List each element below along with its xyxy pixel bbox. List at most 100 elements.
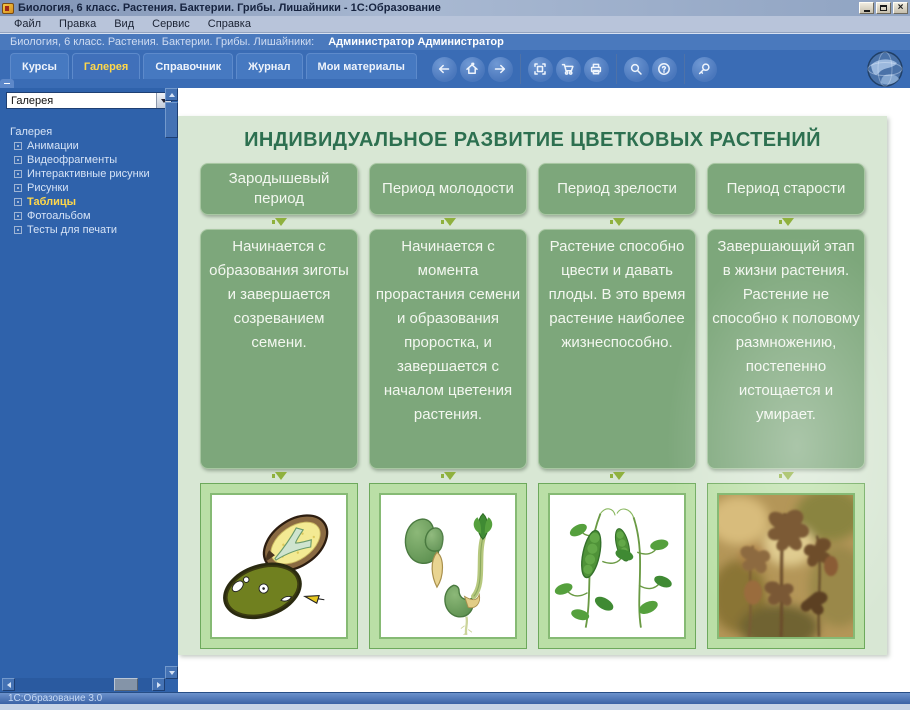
scroll-up-button[interactable] <box>165 88 178 101</box>
menu-service[interactable]: Сервис <box>144 17 198 31</box>
column-description: Начинается с момента прорастания семени … <box>369 229 527 469</box>
sidebar-vertical-scrollbar[interactable] <box>165 88 178 679</box>
minimize-button[interactable] <box>859 2 874 14</box>
down-arrow-icon <box>538 215 696 229</box>
column-old-age-period: Период старости Завершающий этап в жизни… <box>707 163 865 649</box>
tab-gallery[interactable]: Галерея <box>72 53 140 79</box>
down-arrow-icon <box>369 469 527 483</box>
tab-journal[interactable]: Журнал <box>236 53 302 79</box>
tree-node-icon <box>14 142 22 150</box>
table-slide: ИНДИВИДУАЛЬНОЕ РАЗВИТИЕ ЦВЕТКОВЫХ РАСТЕН… <box>178 116 887 655</box>
tree-node-icon <box>14 226 22 234</box>
restore-icon <box>880 5 887 11</box>
down-arrow-icon <box>538 469 696 483</box>
vertical-scroll-thumb[interactable] <box>165 102 178 138</box>
cart-button[interactable] <box>556 57 581 82</box>
back-icon <box>437 62 451 76</box>
title-bar: Биология, 6 класс. Растения. Бактерии. Г… <box>0 0 910 16</box>
back-button[interactable] <box>432 57 457 82</box>
close-button[interactable]: × <box>893 2 908 14</box>
tab-courses[interactable]: Курсы <box>10 53 69 79</box>
toolbar <box>425 54 724 84</box>
image-frame <box>538 483 696 649</box>
tree-root-gallery[interactable]: Галерея <box>10 125 178 139</box>
course-name-label: Биология, 6 класс. Растения. Бактерии. Г… <box>10 36 314 48</box>
image-frame <box>200 483 358 649</box>
tree-item-tables[interactable]: Таблицы <box>10 195 178 209</box>
tree-node-icon <box>14 212 22 220</box>
column-header: Период молодости <box>369 163 527 215</box>
help-button[interactable] <box>652 57 677 82</box>
menu-edit[interactable]: Правка <box>51 17 104 31</box>
tree-node-icon <box>14 170 22 178</box>
home-button[interactable] <box>460 57 485 82</box>
horizontal-scroll-track[interactable] <box>15 678 152 691</box>
search-icon <box>629 62 643 76</box>
app-window: Биология, 6 класс. Растения. Бактерии. Г… <box>0 0 910 710</box>
column-header: Зародышевый период <box>200 163 358 215</box>
object-button-group <box>521 57 616 82</box>
minimize-icon <box>864 10 870 12</box>
down-arrow-icon <box>369 215 527 229</box>
withered-plant-photo <box>717 493 855 639</box>
arrow-down-icon <box>169 671 175 675</box>
tab-toolbar-row: Курсы Галерея Справочник Журнал Мои мате… <box>0 50 910 88</box>
down-arrow-icon <box>707 215 865 229</box>
horizontal-scroll-thumb[interactable] <box>114 678 138 691</box>
tree-item-interactive-pictures[interactable]: Интерактивные рисунки <box>10 167 178 181</box>
forward-button[interactable] <box>488 57 513 82</box>
scroll-left-button[interactable] <box>2 678 15 691</box>
down-arrow-icon <box>707 469 865 483</box>
restore-button[interactable] <box>876 2 891 14</box>
zoom-key-icon <box>697 62 711 76</box>
forward-icon <box>493 62 507 76</box>
section-dropdown-value: Галерея <box>7 95 156 107</box>
slide-title: ИНДИВИДУАЛЬНОЕ РАЗВИТИЕ ЦВЕТКОВЫХ РАСТЕН… <box>178 129 887 152</box>
help-icon <box>657 62 671 76</box>
image-frame <box>707 483 865 649</box>
zoom-key-button[interactable] <box>692 57 717 82</box>
menu-help[interactable]: Справка <box>200 17 259 31</box>
column-embryonic-period: Зародышевый период Начинается с образова… <box>200 163 358 649</box>
menu-view[interactable]: Вид <box>106 17 142 31</box>
select-frame-button[interactable] <box>528 57 553 82</box>
down-arrow-icon <box>200 469 358 483</box>
tree-item-pictures[interactable]: Рисунки <box>10 181 178 195</box>
gallery-sidebar: Галерея Галерея Анимации Видеофрагменты … <box>0 88 178 692</box>
close-icon: × <box>898 3 904 13</box>
nav-button-group <box>425 57 520 82</box>
status-text: 1С:Образование 3.0 <box>8 693 102 704</box>
pea-plant-image <box>548 493 686 639</box>
column-youth-period: Период молодости Начинается с момента пр… <box>369 163 527 649</box>
tree-node-icon <box>14 184 22 192</box>
tab-reference[interactable]: Справочник <box>143 53 233 79</box>
tab-my-materials[interactable]: Мои материалы <box>306 53 417 79</box>
panel-collapse-handle[interactable] <box>0 79 14 88</box>
select-frame-icon <box>533 62 547 76</box>
tree-item-animations[interactable]: Анимации <box>10 139 178 153</box>
search-button[interactable] <box>624 57 649 82</box>
column-description: Начинается с образования зиготы и заверш… <box>200 229 358 469</box>
section-dropdown[interactable]: Галерея <box>6 92 172 109</box>
print-button[interactable] <box>584 57 609 82</box>
germinating-seed-image <box>379 493 517 639</box>
sidebar-horizontal-scrollbar[interactable] <box>2 678 165 691</box>
tree-item-video-fragments[interactable]: Видеофрагменты <box>10 153 178 167</box>
image-frame <box>369 483 527 649</box>
search-button-group <box>617 57 684 82</box>
tab-strip: Курсы Галерея Справочник Журнал Мои мате… <box>10 50 417 88</box>
menu-file[interactable]: Файл <box>6 17 49 31</box>
zoom-button-group <box>685 57 724 82</box>
arrow-left-icon <box>7 682 11 688</box>
seed-and-ovule-image <box>210 493 348 639</box>
scroll-down-button[interactable] <box>165 666 178 679</box>
gallery-tree: Галерея Анимации Видеофрагменты Интеракт… <box>0 125 178 237</box>
tree-node-icon <box>14 156 22 164</box>
scroll-right-button[interactable] <box>152 678 165 691</box>
down-arrow-icon <box>200 215 358 229</box>
tree-item-print-tests[interactable]: Тесты для печати <box>10 223 178 237</box>
arrow-up-icon <box>169 93 175 97</box>
tree-item-photo-album[interactable]: Фотоальбом <box>10 209 178 223</box>
column-maturity-period: Период зрелости Растение способно цвести… <box>538 163 696 649</box>
arrow-right-icon <box>157 682 161 688</box>
